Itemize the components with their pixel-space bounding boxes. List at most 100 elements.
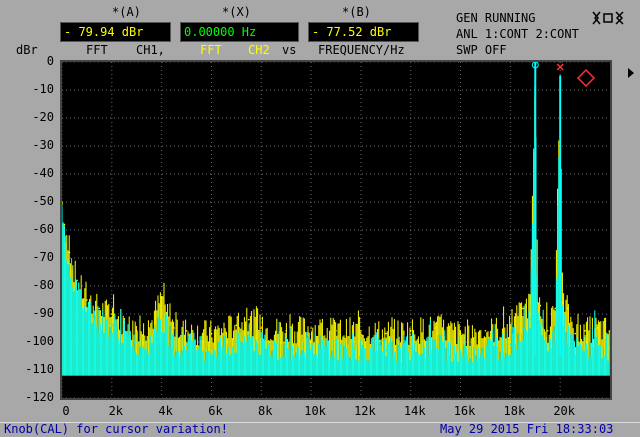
y-tick-label: -50 xyxy=(32,194,54,208)
data-point-ch2 xyxy=(539,324,542,327)
data-point-ch1 xyxy=(385,332,387,335)
cursor-x-label: *(X) xyxy=(222,5,251,19)
cursor-a-label: *(A) xyxy=(112,5,141,19)
data-point-ch2 xyxy=(76,290,78,293)
rs-logo-icon xyxy=(576,68,596,88)
data-point-ch2 xyxy=(123,332,126,335)
data-point-ch2 xyxy=(185,344,188,346)
data-point-ch1 xyxy=(210,332,213,335)
data-point-ch2 xyxy=(566,330,569,332)
data-point-ch1 xyxy=(584,330,586,332)
data-point-ch1 xyxy=(434,327,437,329)
data-point-ch2 xyxy=(63,234,66,237)
data-point-ch2 xyxy=(459,349,462,352)
y-tick-label: -30 xyxy=(32,138,54,152)
data-point-ch2 xyxy=(135,341,138,343)
data-point-ch1 xyxy=(310,327,312,329)
x-tick-label: 12k xyxy=(354,404,376,418)
data-point-ch1 xyxy=(62,201,63,203)
data-point-ch1 xyxy=(561,302,564,304)
vs-label: vs xyxy=(282,43,297,57)
data-point-ch1 xyxy=(160,296,163,298)
data-point-ch2 xyxy=(111,324,113,327)
y-tick-label: -120 xyxy=(25,390,54,404)
remote-icon xyxy=(592,10,626,26)
ch1-label: CH1, xyxy=(136,43,165,57)
ch2-label: CH2 xyxy=(248,43,270,57)
data-point-ch2 xyxy=(554,330,556,332)
status-datetime: May 29 2015 Fri 18:33:03 xyxy=(440,422,614,436)
cursor-b-label: *(B) xyxy=(342,5,371,19)
data-point-ch2 xyxy=(529,318,532,321)
cursor-b-marker xyxy=(556,63,564,71)
cursor-b-value[interactable]: - 77.52 dBr xyxy=(308,22,419,42)
x-tick-label: 18k xyxy=(503,404,526,418)
status-message: Knob(CAL) for cursor variation! xyxy=(4,422,228,436)
x-tick-label: 16k xyxy=(453,404,476,418)
gen-status-line2: ANL 1:CONT 2:CONT xyxy=(456,27,579,41)
data-point-ch2 xyxy=(260,344,263,346)
x-tick-label: 2k xyxy=(108,404,124,418)
data-point-ch2 xyxy=(285,346,287,349)
data-point-ch2 xyxy=(522,327,524,329)
x-tick-label: 20k xyxy=(553,404,576,418)
fft-plot[interactable] xyxy=(62,62,610,398)
data-point-ch1 xyxy=(148,327,150,329)
data-point-ch2 xyxy=(160,318,163,321)
y-tick-label: -90 xyxy=(32,306,54,320)
data-point-ch2 xyxy=(62,215,63,217)
data-point-ch1 xyxy=(546,330,549,332)
y-tick-label: -100 xyxy=(25,334,54,348)
x-tick-label: 8k xyxy=(258,404,273,418)
data-point-ch2 xyxy=(360,346,362,349)
data-point-ch1 xyxy=(111,313,113,315)
fft-label-2: FFT xyxy=(200,43,222,57)
y-tick-label: -40 xyxy=(32,166,54,180)
gen-status-line3: SWP OFF xyxy=(456,43,507,57)
data-point-ch2 xyxy=(385,349,387,352)
data-point-ch2 xyxy=(335,346,337,349)
data-point-ch1 xyxy=(248,318,250,321)
data-point-ch1 xyxy=(484,330,487,332)
fft-label-1: FFT xyxy=(86,43,108,57)
data-point-ch1 xyxy=(596,327,599,329)
data-point-ch2 xyxy=(86,307,88,310)
cursor-a-value[interactable]: - 79.94 dBr xyxy=(60,22,171,42)
cursor-x-value[interactable]: 0.00000 Hz xyxy=(180,22,299,42)
data-point-ch2 xyxy=(434,344,437,346)
data-point-ch1 xyxy=(360,330,362,332)
y-tick-label: -20 xyxy=(32,110,54,124)
y-tick-label: -80 xyxy=(32,278,54,292)
data-point-ch2 xyxy=(310,344,312,346)
data-point-ch1 xyxy=(574,332,576,335)
data-point-ch1 xyxy=(554,307,556,310)
data-point-ch2 xyxy=(509,344,512,346)
data-point-ch1 xyxy=(459,332,462,335)
data-point-ch2 xyxy=(574,349,576,352)
data-point-ch2 xyxy=(235,341,238,343)
data-point-ch1 xyxy=(135,330,138,332)
analyzer-screen: *(A) *(X) *(B) - 79.94 dBr 0.00000 Hz - … xyxy=(0,0,640,437)
data-point-ch2 xyxy=(248,335,250,338)
data-point-ch1 xyxy=(522,307,524,310)
x-tick-label: 0 xyxy=(62,404,70,418)
data-point-ch2 xyxy=(584,346,586,349)
data-point-ch2 xyxy=(546,352,549,355)
x-tick-label: 14k xyxy=(403,404,426,418)
data-point-ch2 xyxy=(536,318,539,321)
data-point-ch1 xyxy=(566,307,569,310)
data-point-ch1 xyxy=(63,223,66,226)
y-tick-label: -110 xyxy=(25,362,54,376)
y-tick-label: -60 xyxy=(32,222,54,236)
scroll-right-icon[interactable] xyxy=(626,64,636,78)
y-tick-label: -70 xyxy=(32,250,54,264)
data-point-ch2 xyxy=(484,346,487,349)
gen-status-line1: GEN RUNNING xyxy=(456,11,536,25)
data-point-ch1 xyxy=(409,330,412,332)
plot-area[interactable] xyxy=(60,60,612,400)
data-point-ch2 xyxy=(98,318,101,321)
x-axis-title: FREQUENCY/Hz xyxy=(318,43,405,57)
data-point-ch1 xyxy=(539,304,542,307)
x-tick-label: 4k xyxy=(158,404,173,418)
x-tick-label: 6k xyxy=(208,404,223,418)
